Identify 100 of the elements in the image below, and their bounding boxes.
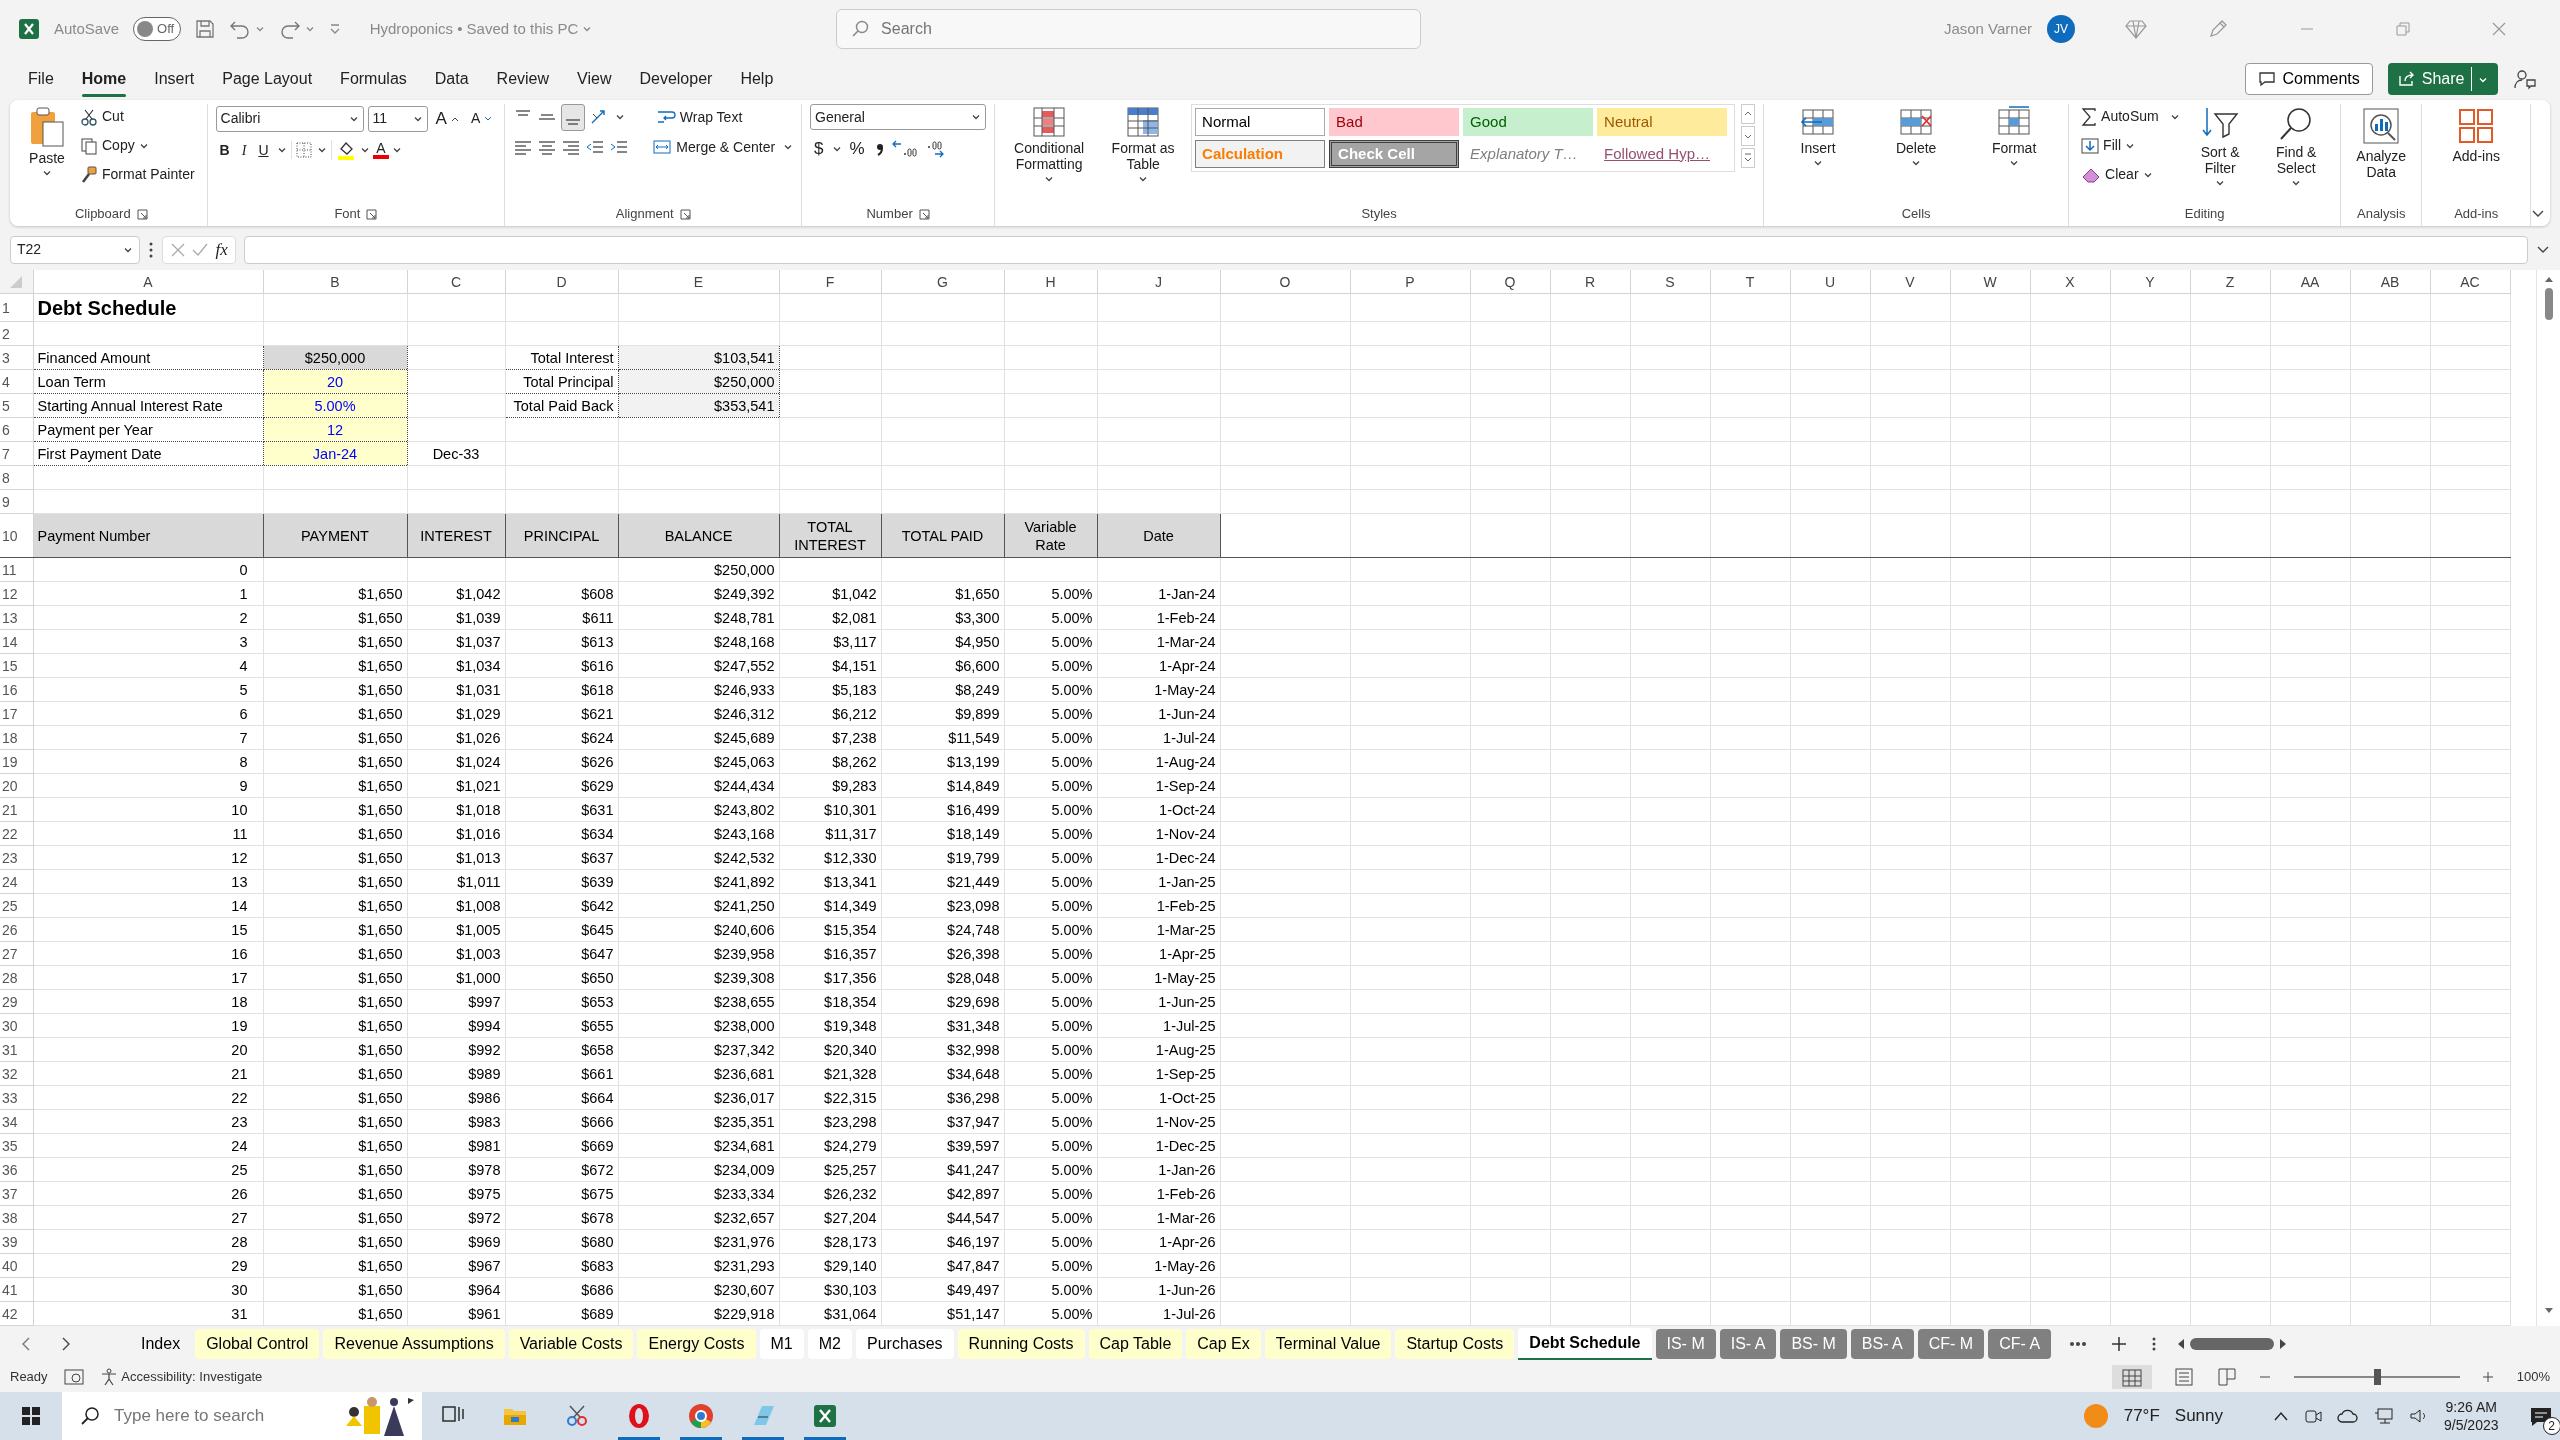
sheet-tab[interactable]: Revenue Assumptions	[323, 1329, 505, 1359]
format-cells-button[interactable]: Format	[1968, 104, 2061, 171]
decrease-indent-icon[interactable]	[585, 138, 606, 156]
row-number[interactable]: 38	[0, 1205, 33, 1230]
column-letter[interactable]: B	[263, 269, 407, 294]
sheet-tab[interactable]: Startup Costs	[1395, 1329, 1515, 1359]
column-letter[interactable]: X	[2030, 269, 2110, 294]
network-icon[interactable]	[2374, 1407, 2394, 1425]
zoom-in-icon[interactable]	[2482, 1371, 2495, 1383]
temperature[interactable]: 77°F	[2123, 1403, 2160, 1429]
row-number[interactable]: 41	[0, 1277, 33, 1302]
pen-icon[interactable]	[2207, 18, 2229, 40]
format-painter-button[interactable]: Format Painter	[76, 162, 199, 187]
coauthor-icon[interactable]	[2512, 68, 2537, 90]
column-letter[interactable]: AA	[2270, 269, 2350, 294]
currency-button[interactable]: $	[810, 134, 828, 164]
sheet-tab[interactable]: Energy Costs	[637, 1329, 756, 1359]
undo-icon[interactable]	[229, 19, 252, 39]
sheet-tab[interactable]: Variable Costs	[508, 1329, 634, 1359]
page-break-view-icon[interactable]	[2216, 1368, 2237, 1386]
row-number[interactable]: 13	[0, 605, 33, 630]
row-number[interactable]: 2	[0, 321, 33, 346]
search-field[interactable]: Search	[879, 16, 1407, 42]
dialog-launcher-icon[interactable]	[918, 208, 930, 220]
column-letter[interactable]: C	[407, 269, 505, 294]
cell-style-swatch[interactable]: Good	[1463, 108, 1594, 136]
caret-icon[interactable]	[783, 142, 794, 152]
column-letter[interactable]: T	[1710, 269, 1790, 294]
taskbar-search-field[interactable]: Type here to search	[112, 1402, 312, 1430]
menu-tab[interactable]: Data	[422, 61, 481, 97]
row-number[interactable]: 40	[0, 1253, 33, 1278]
row-number[interactable]: 4	[0, 369, 33, 394]
sheet-tab[interactable]: CF- M	[1917, 1329, 1985, 1359]
row-number[interactable]: 16	[0, 677, 33, 702]
fill-button[interactable]: Fill	[2077, 133, 2181, 158]
column-letter[interactable]: E	[618, 269, 779, 294]
notification-icon[interactable]	[2528, 1405, 2553, 1428]
caret-icon[interactable]	[392, 145, 403, 155]
sheet-tab[interactable]: IS- A	[1719, 1329, 1777, 1359]
add-sheet-icon[interactable]	[2111, 1336, 2128, 1352]
font-name-dropdown[interactable]: Calibri	[215, 105, 364, 132]
clock-time[interactable]: 9:26 AM	[2445, 1397, 2497, 1416]
row-number[interactable]: 39	[0, 1229, 33, 1254]
menu-tab[interactable]: Formulas	[328, 61, 419, 97]
macro-record-icon[interactable]	[63, 1368, 84, 1386]
row-number[interactable]: 7	[0, 441, 33, 466]
column-letter[interactable]: V	[1870, 269, 1950, 294]
delete-cells-button[interactable]: Delete	[1870, 104, 1963, 171]
row-number[interactable]: 8	[0, 465, 33, 490]
clear-button[interactable]: Clear	[2077, 162, 2181, 187]
sheet-tab[interactable]: IS- M	[1655, 1329, 1716, 1359]
column-letter[interactable]: Z	[2190, 269, 2270, 294]
cut-button[interactable]: Cut	[76, 104, 199, 129]
menu-tab[interactable]: Developer	[627, 61, 725, 97]
caret-icon[interactable]	[276, 145, 287, 155]
scroll-right-icon[interactable]	[2277, 1338, 2288, 1350]
sheet-tab[interactable]: Cap Ex	[1186, 1329, 1261, 1359]
row-number[interactable]: 31	[0, 1037, 33, 1062]
cloud-icon[interactable]	[2337, 1408, 2359, 1424]
menu-tab[interactable]: Home	[69, 61, 139, 97]
row-number[interactable]: 12	[0, 581, 33, 606]
weather-condition[interactable]: Sunny	[2174, 1403, 2223, 1429]
row-number[interactable]: 32	[0, 1061, 33, 1086]
more-sheets-icon[interactable]	[2069, 1341, 2088, 1347]
row-number[interactable]: 6	[0, 417, 33, 442]
menu-tab[interactable]: File	[16, 61, 66, 97]
camera-icon[interactable]	[2304, 1407, 2322, 1425]
expand-formula-bar-icon[interactable]	[2536, 244, 2550, 255]
caret-icon[interactable]	[317, 145, 327, 155]
row-number[interactable]: 26	[0, 917, 33, 942]
row-number[interactable]: 30	[0, 1013, 33, 1038]
menu-tab[interactable]: View	[565, 61, 624, 97]
scrollbar-thumb[interactable]	[2544, 287, 2553, 320]
previous-sheet-icon[interactable]	[20, 1336, 32, 1352]
menu-tab[interactable]: Help	[728, 61, 786, 97]
row-number[interactable]: 29	[0, 989, 33, 1014]
dialog-launcher-icon[interactable]	[366, 208, 378, 220]
underline-button[interactable]: U	[254, 137, 273, 163]
find-select-button[interactable]: Find & Select	[2260, 104, 2333, 191]
column-letter[interactable]: Y	[2110, 269, 2190, 294]
sheet-tab[interactable]: BS- M	[1780, 1329, 1847, 1359]
row-number[interactable]: 22	[0, 821, 33, 846]
increase-decimal-icon[interactable]	[890, 139, 917, 158]
shrink-font-button[interactable]: A	[466, 106, 497, 132]
normal-view-icon[interactable]	[2121, 1368, 2142, 1387]
row-number[interactable]: 14	[0, 629, 33, 654]
cell-style-swatch[interactable]: Followed Hyp…	[1597, 140, 1728, 168]
row-number[interactable]: 37	[0, 1181, 33, 1206]
row-number[interactable]: 42	[0, 1301, 33, 1326]
add-ins-button[interactable]: Add-ins	[2430, 104, 2523, 167]
column-letter[interactable]: P	[1350, 269, 1470, 294]
row-number[interactable]: 36	[0, 1157, 33, 1182]
caret-icon[interactable]	[971, 112, 982, 122]
formula-input[interactable]	[244, 235, 2528, 264]
number-format-dropdown[interactable]: General	[810, 104, 987, 130]
row-number[interactable]: 18	[0, 725, 33, 750]
row-number[interactable]: 21	[0, 797, 33, 822]
align-left-icon[interactable]	[513, 138, 534, 156]
row-number[interactable]: 11	[0, 557, 33, 582]
merge-center-button[interactable]: Merge & Center	[648, 134, 780, 160]
